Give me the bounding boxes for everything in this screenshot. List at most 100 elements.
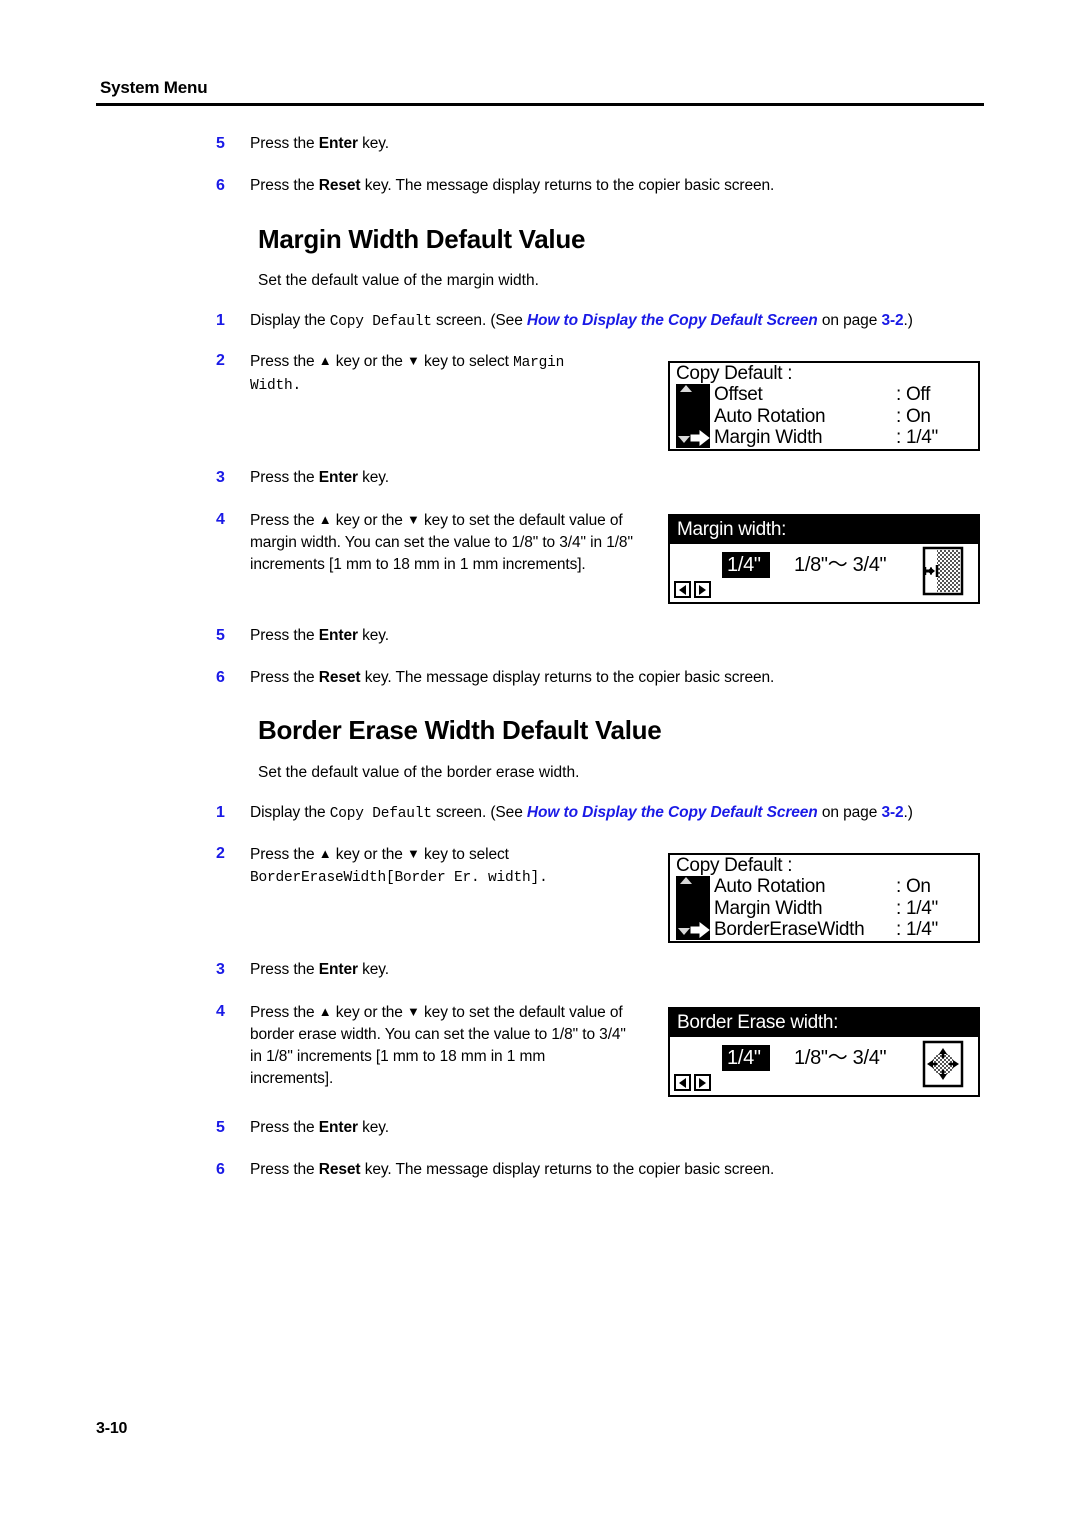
up-arrow-icon: ▲ [318,512,332,527]
lcd-selected-value[interactable]: 1/4" [722,1045,770,1071]
step-text-pre: Press the [250,961,319,978]
step-item: 2 Press the ▲ key or the ▼ key to select… [216,843,646,889]
lcd-menu-row-label: Offset [714,384,763,405]
lcd-menu-row[interactable]: Auto Rotation : On [714,876,972,898]
step-item: 6 Press the Reset key. The message displ… [216,667,1006,689]
left-triangle-icon [679,584,686,595]
lcd-menu-row-label: Auto Rotation [714,876,826,897]
step-text: Press the Reset key. The message display… [250,667,774,689]
key-name: Reset [318,669,361,686]
step-item: 6 Press the Reset key. The message displ… [216,175,1006,197]
step-text-post: key. The message display returns to the … [360,177,775,194]
lcd-copy-default-menu-2: Copy Default : Auto Rotation : On Margin… [668,853,980,943]
step-text-pre: Press the [250,846,319,863]
up-arrow-icon: ▲ [318,846,332,861]
menu-item-name-line2: Width [250,378,293,394]
step-text-period: . [292,378,302,394]
margin-page-icon [922,546,964,596]
right-arrow-button[interactable] [694,581,711,598]
step-text-post: key. [357,961,389,978]
cross-reference-link[interactable]: How to Display the Copy Default Screen [527,804,818,821]
lcd-menu-row[interactable]: Offset : Off [714,384,972,406]
step-item: 3 Press the Enter key. [216,959,646,981]
lcd-menu-row[interactable]: Auto Rotation : On [714,406,972,428]
cross-reference-page[interactable]: 3-2 [881,312,903,329]
key-name: Enter [318,135,358,152]
header-divider [96,103,984,106]
screen-name: Copy Default [329,314,432,330]
step-text-mid: key or the [331,353,408,370]
step-text-post: key to select [419,353,514,370]
border-erase-icon [922,1040,964,1088]
right-triangle-icon [699,584,706,595]
section-intro-margin-width: Set the default value of the margin widt… [258,272,539,289]
lcd-menu-row-label: BorderEraseWidth [714,919,865,940]
scroll-up-icon[interactable] [680,877,692,884]
step-text-pre: Press the [250,627,319,644]
menu-item-alt-name: [Border Er. width] [386,870,540,886]
down-arrow-icon: ▼ [407,353,420,368]
lcd-border-erase-width-entry: Border Erase width: 1/4" 1/8"～ 3/4" [668,1007,980,1097]
step-text-post: key to select [419,846,509,863]
lcd-scroll-indicator[interactable] [676,876,710,940]
left-arrow-button[interactable] [674,1074,691,1091]
step-text-pre: Press the [250,1119,319,1136]
lcd-menu-row[interactable]: Margin Width : 1/4" [714,898,972,920]
lcd-menu-row-value: : Off [896,384,931,405]
step-text-post: .) [903,804,913,821]
step-text-mid: key or the [331,512,408,529]
step-text: Display the Copy Default screen. (See Ho… [250,802,913,825]
key-name: Enter [318,627,358,644]
key-name: Reset [318,1161,361,1178]
lcd-title: Copy Default : [676,855,793,876]
lcd-menu-rows: Auto Rotation : On Margin Width : 1/4" B… [714,876,972,941]
step-text-mid: screen. (See [431,804,527,821]
lcd-menu-row-value: : 1/4" [896,897,938,919]
step-text-pre: Display the [250,312,330,329]
step-text-mid: key or the [331,1004,408,1021]
right-arrow-button[interactable] [694,1074,711,1091]
lcd-menu-row-selected[interactable]: Margin Width : 1/4" [714,427,972,449]
key-name: Enter [318,1119,358,1136]
lcd-selected-value[interactable]: 1/4" [722,552,770,578]
cross-reference-link[interactable]: How to Display the Copy Default Screen [527,312,818,329]
up-arrow-icon: ▲ [318,1004,332,1019]
step-number: 1 [216,804,225,821]
key-name: Reset [318,177,361,194]
scroll-up-icon[interactable] [680,385,692,392]
step-number: 2 [216,352,225,369]
lcd-value-range: 1/8"～ 3/4" [794,1047,887,1069]
step-text-mid2: on page [817,312,882,329]
step-item: 4 Press the ▲ key or the ▼ key to set th… [216,509,656,576]
lcd-menu-rows: Offset : Off Auto Rotation : On Margin W… [714,384,972,449]
page-header: System Menu [96,78,984,106]
step-item: 4 Press the ▲ key or the ▼ key to set th… [216,1001,631,1090]
step-text: Press the ▲ key or the ▼ key to set the … [250,509,656,576]
lcd-left-right-buttons[interactable] [674,1074,711,1091]
lcd-menu-row-selected[interactable]: BorderEraseWidth : 1/4" [714,919,972,941]
selection-cursor-arrow-icon [690,921,710,939]
lcd-left-right-buttons[interactable] [674,581,711,598]
step-text-mid2: on page [817,804,882,821]
lcd-scroll-indicator[interactable] [676,384,710,448]
step-item: 2 Press the ▲ key or the ▼ key to select… [216,350,636,397]
left-arrow-button[interactable] [674,581,691,598]
step-item: 1 Display the Copy Default screen. (See … [216,802,986,825]
step-number: 2 [216,845,225,862]
step-number: 3 [216,469,225,486]
left-triangle-icon [679,1077,686,1088]
step-text-pre: Press the [250,353,319,370]
cross-reference-page[interactable]: 3-2 [881,804,903,821]
step-text: Press the Enter key. [250,133,389,155]
menu-item-name: BorderEraseWidth [250,870,387,886]
screen-name: Copy Default [329,806,432,822]
section-intro-border-erase: Set the default value of the border eras… [258,764,580,781]
lcd-menu-row-value: : On [896,405,931,427]
step-text-period: . [539,870,548,886]
section-heading-margin-width: Margin Width Default Value [258,224,586,254]
step-text: Press the Enter key. [250,1117,389,1139]
lcd-value-range: 1/8"～ 3/4" [794,554,887,576]
step-text: Press the Enter key. [250,959,389,981]
lcd-copy-default-menu-1: Copy Default : Offset : Off Auto Rotatio… [668,361,980,451]
section-heading-border-erase: Border Erase Width Default Value [258,715,662,745]
